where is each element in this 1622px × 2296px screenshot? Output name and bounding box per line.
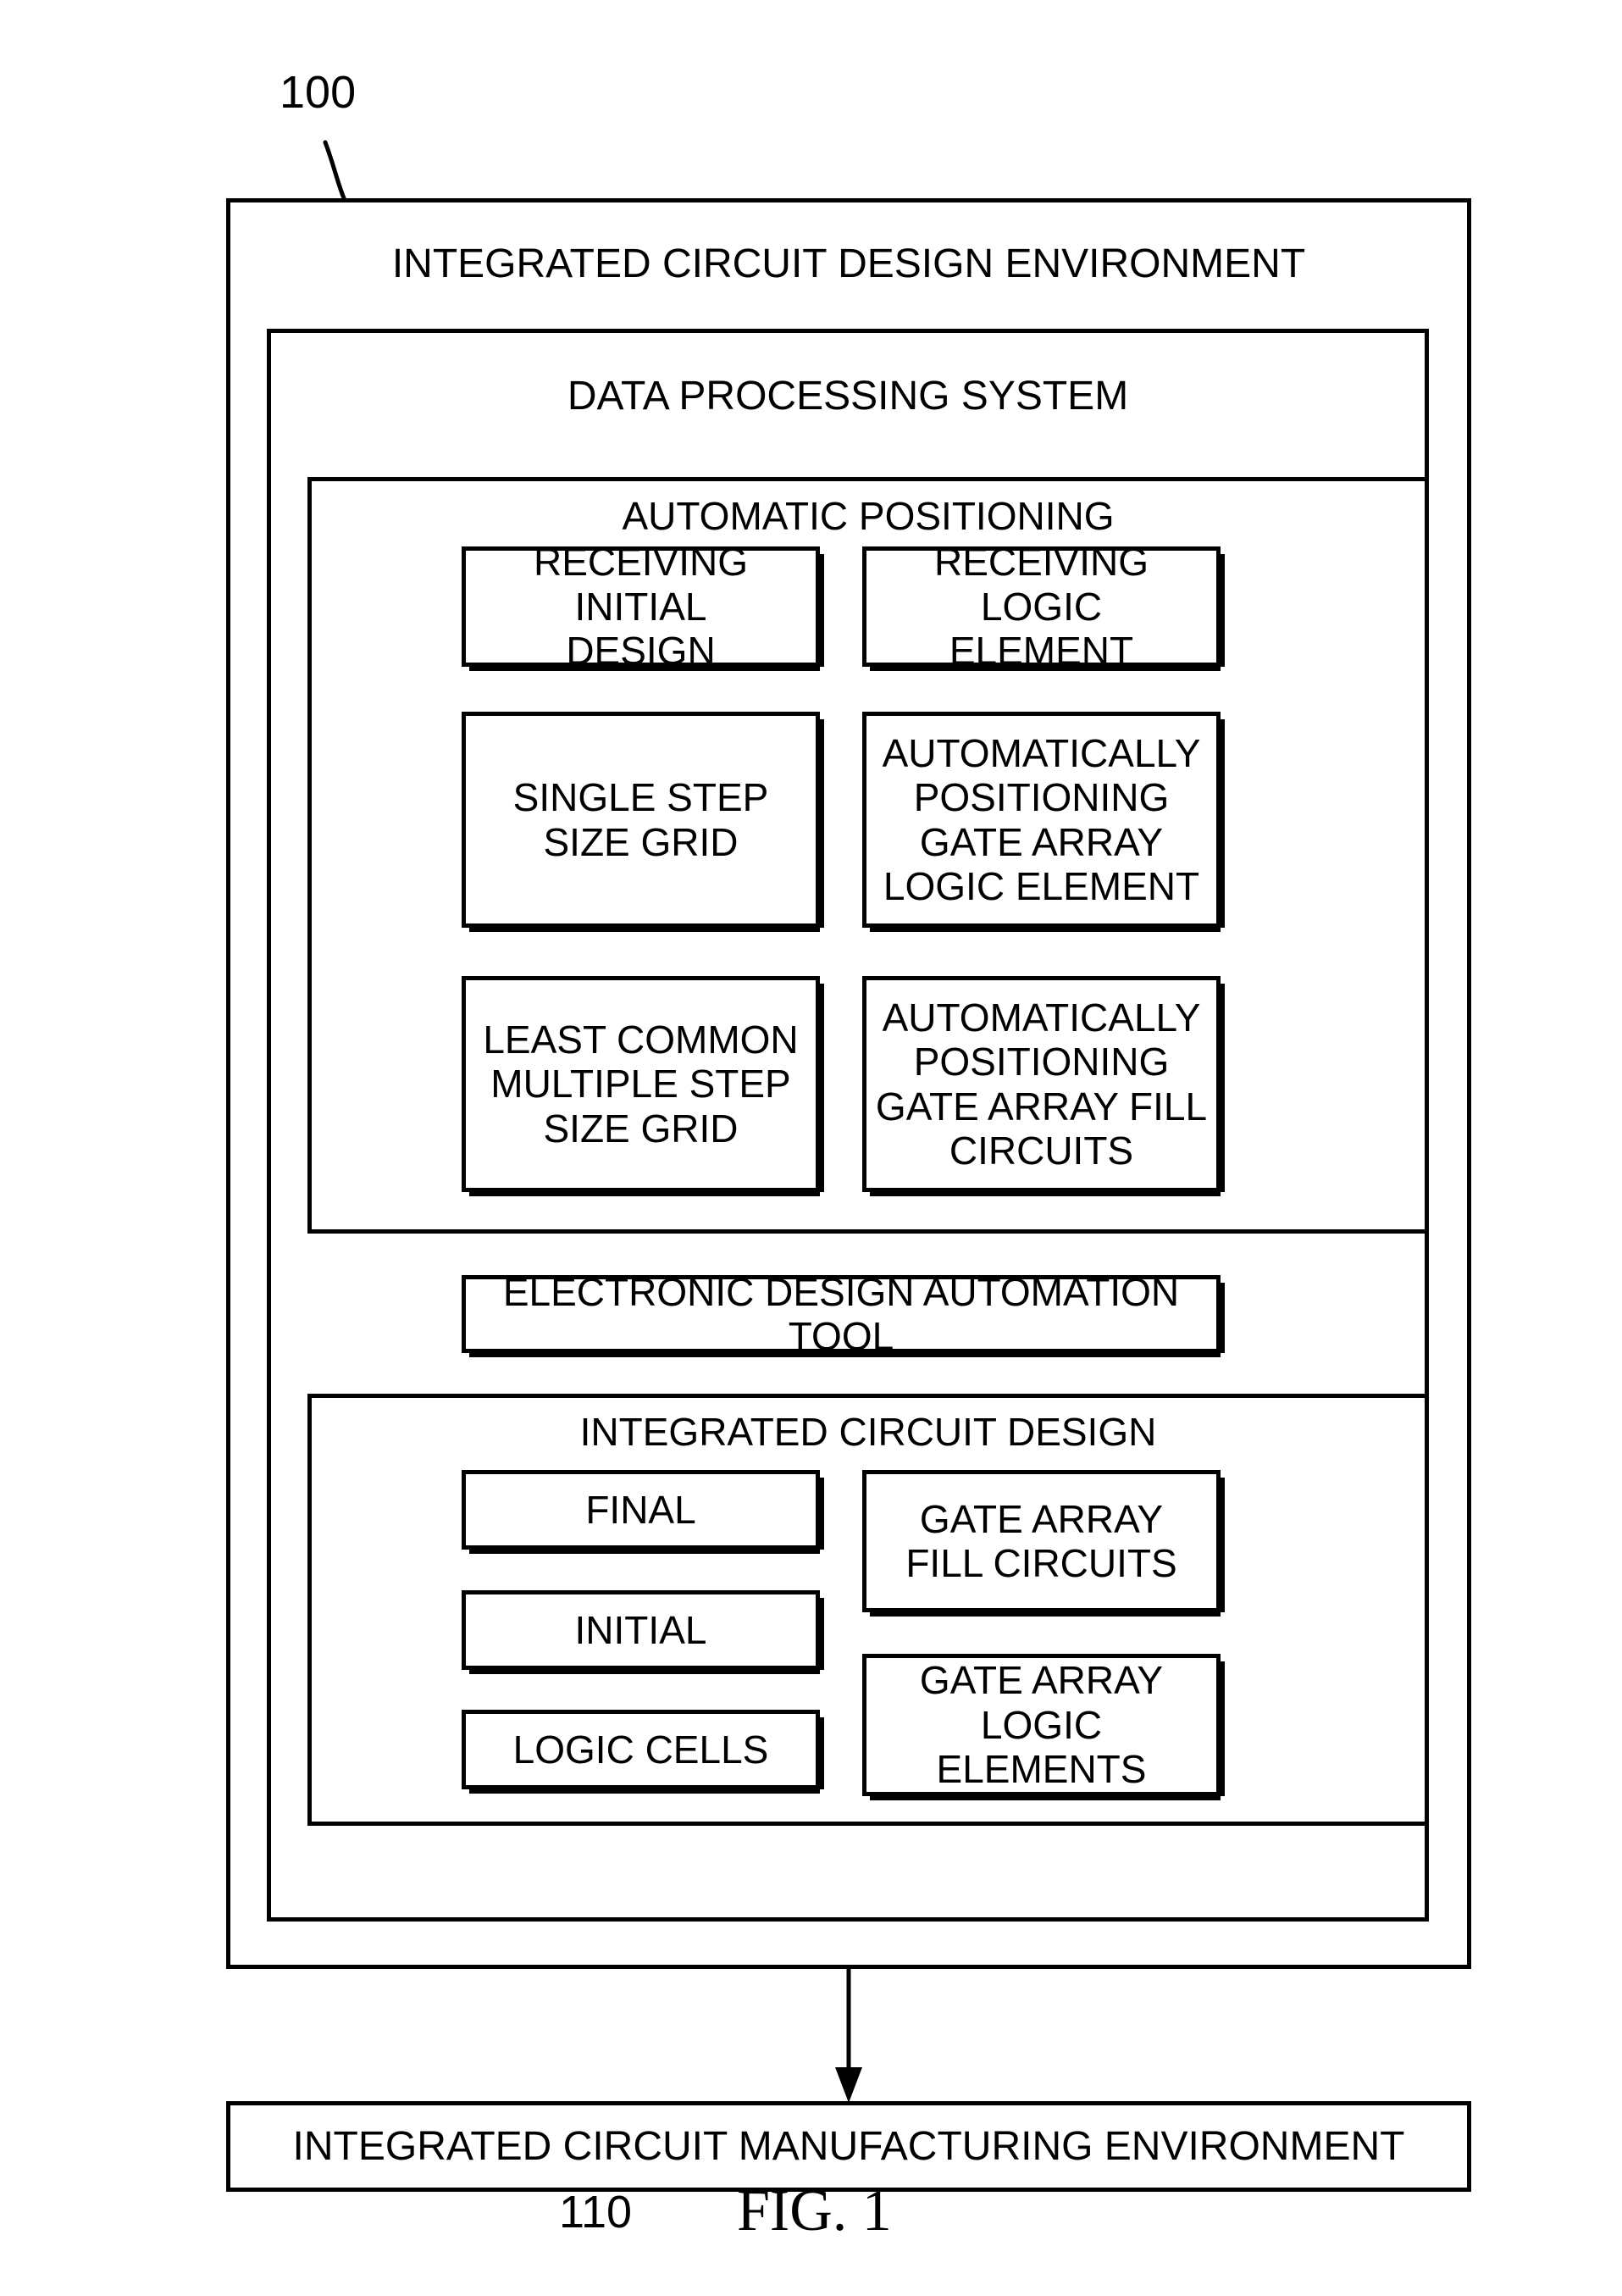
box-final-design-label: FINAL — [585, 1487, 696, 1532]
box-receiving-logic-element[interactable]: RECEIVING LOGIC ELEMENT — [862, 540, 1225, 673]
box-auto-positioning-gate-array-fill-circuits-label: AUTOMATICALLY POSITIONING GATE ARRAY FIL… — [875, 995, 1208, 1173]
integrated-circuit-design-title: INTEGRATED CIRCUIT DESIGN — [579, 1410, 1157, 1454]
box-least-common-multiple-step-size-grid[interactable]: LEAST COMMON MULTIPLE STEP SIZE GRID — [462, 976, 824, 1196]
ref-110: 110 — [559, 2187, 633, 2238]
box-receiving-initial-design[interactable]: RECEIVING INITIAL DESIGN — [462, 540, 824, 673]
box-final-design[interactable]: FINAL — [462, 1470, 824, 1554]
integrated-circuit-manufacturing-environment-label: INTEGRATED CIRCUIT MANUFACTURING ENVIRON… — [292, 2124, 1405, 2169]
box-gate-array-fill-circuits[interactable]: GATE ARRAY FILL CIRCUITS — [862, 1470, 1225, 1617]
box-single-step-size-grid-label: SINGLE STEP SIZE GRID — [512, 775, 769, 864]
box-gate-array-fill-circuits-label: GATE ARRAY FILL CIRCUITS — [905, 1496, 1177, 1585]
box-initial-design[interactable]: INITIAL — [462, 1590, 824, 1674]
box-electronic-design-automation-tool-label: ELECTRONIC DESIGN AUTOMATION TOOL — [502, 1269, 1180, 1358]
box-gate-array-logic-elements-label: GATE ARRAY LOGIC ELEMENTS — [919, 1658, 1164, 1792]
data-processing-system-title: DATA PROCESSING SYSTEM — [567, 374, 1129, 419]
box-auto-positioning-gate-array-logic-element[interactable]: AUTOMATICALLY POSITIONING GATE ARRAY LOG… — [862, 712, 1225, 932]
box-electronic-design-automation-tool[interactable]: ELECTRONIC DESIGN AUTOMATION TOOL — [462, 1270, 1225, 1358]
box-gate-array-logic-elements[interactable]: GATE ARRAY LOGIC ELEMENTS — [862, 1654, 1225, 1800]
design-environment-title: INTEGRATED CIRCUIT DESIGN ENVIRONMENT — [391, 241, 1306, 286]
ref-100: 100 — [280, 67, 357, 118]
box-logic-cells[interactable]: LOGIC CELLS — [462, 1710, 824, 1794]
arrowhead-connector — [835, 2067, 862, 2103]
box-auto-positioning-gate-array-logic-element-label: AUTOMATICALLY POSITIONING GATE ARRAY LOG… — [882, 730, 1201, 908]
box-logic-cells-label: LOGIC CELLS — [512, 1727, 769, 1772]
box-receiving-initial-design-label: RECEIVING INITIAL DESIGN — [533, 540, 749, 674]
box-auto-positioning-gate-array-fill-circuits[interactable]: AUTOMATICALLY POSITIONING GATE ARRAY FIL… — [862, 976, 1225, 1196]
box-single-step-size-grid[interactable]: SINGLE STEP SIZE GRID — [462, 712, 824, 932]
box-least-common-multiple-step-size-grid-label: LEAST COMMON MULTIPLE STEP SIZE GRID — [483, 1017, 799, 1151]
integrated-circuit-manufacturing-environment-frame[interactable]: INTEGRATED CIRCUIT MANUFACTURING ENVIRON… — [226, 2101, 1471, 2192]
automatic-positioning-title: AUTOMATIC POSITIONING — [622, 494, 1115, 538]
box-initial-design-label: INITIAL — [574, 1607, 707, 1652]
box-receiving-logic-element-label: RECEIVING LOGIC ELEMENT — [933, 540, 1149, 674]
